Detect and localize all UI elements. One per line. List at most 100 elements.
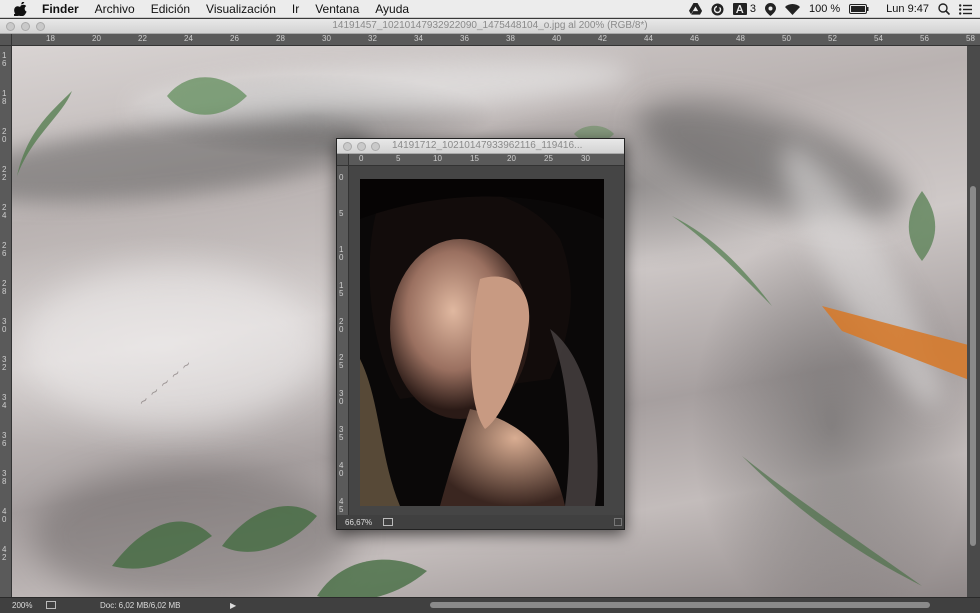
document-size: Doc: 6,02 MB/6,02 MB (100, 601, 181, 610)
ruler-tick-label: 30 (581, 154, 590, 163)
ruler-tick-label: 45 (339, 497, 344, 514)
vertical-scroll-thumb[interactable] (970, 186, 976, 546)
floating-document-window: 14191712_10210147933962116_119416... 0 5 1… (336, 138, 625, 530)
menu-ayuda[interactable]: Ayuda (375, 2, 409, 16)
ruler-tick-label: 34 (414, 34, 423, 43)
ruler-tick-label: 26 (2, 241, 7, 258)
ruler-tick-label: 52 (828, 34, 837, 43)
ruler-tick-label: 22 (2, 165, 7, 182)
floating-status-bar: 66,67% (337, 515, 624, 529)
spotlight-search-icon[interactable] (938, 2, 950, 16)
zoom-button[interactable] (371, 142, 380, 151)
status-menu-arrow-icon[interactable]: ▶ (230, 601, 236, 610)
ruler-tick-label: 50 (782, 34, 791, 43)
ruler-tick-label: 10 (433, 154, 442, 163)
ruler-tick-label: 30 (322, 34, 331, 43)
main-window-title: 14191457_10210147932922090_1475448104_o.… (332, 20, 648, 31)
ruler-tick-label: 58 (966, 34, 975, 43)
ruler-tick-label: 25 (544, 154, 553, 163)
ruler-tick-label: 38 (2, 469, 7, 486)
leaf-pattern-icon (742, 456, 922, 586)
ruler-tick-label: 40 (339, 461, 344, 478)
ruler-tick-label: 15 (470, 154, 479, 163)
zoom-level[interactable]: 66,67% (345, 518, 372, 527)
ruler-tick-label: 18 (2, 89, 7, 106)
share-icon[interactable] (383, 518, 393, 526)
clock[interactable]: Lun 9:47 (886, 3, 929, 15)
menu-visualizacion[interactable]: Visualización (206, 2, 276, 16)
vertical-scrollbar[interactable] (967, 46, 980, 597)
ruler-tick-label: 0 (339, 173, 344, 182)
floating-title-bar[interactable]: 14191712_10210147933962116_119416... (337, 139, 624, 154)
ruler-tick-label: 15 (339, 281, 344, 298)
ruler-tick-label: 42 (2, 545, 7, 562)
wifi-icon[interactable] (784, 2, 800, 16)
menu-edicion[interactable]: Edición (151, 2, 190, 16)
ruler-tick-label: 56 (920, 34, 929, 43)
ruler-tick-label: 35 (339, 425, 344, 442)
ruler-tick-label: 0 (359, 154, 364, 163)
zoom-level[interactable]: 200% (12, 601, 32, 610)
ruler-tick-label: 44 (644, 34, 653, 43)
leaf-pattern-icon (672, 216, 772, 306)
adobe-creative-cloud-icon[interactable] (732, 2, 747, 16)
main-title-bar[interactable]: 14191457_10210147932922090_1475448104_o.… (0, 19, 980, 34)
notification-center-icon[interactable] (959, 2, 972, 16)
ruler-tick-label: 5 (339, 209, 344, 218)
ruler-tick-label: 20 (339, 317, 344, 334)
horizontal-ruler[interactable]: 0 5 10 15 20 25 30 (349, 154, 624, 166)
leaf-pattern-icon (167, 77, 247, 115)
google-drive-icon[interactable] (688, 2, 702, 16)
ruler-tick-label: 32 (368, 34, 377, 43)
battery-icon[interactable] (849, 2, 869, 16)
resize-grip-icon[interactable] (614, 518, 622, 526)
ruler-tick-label: 28 (2, 279, 7, 296)
ruler-origin[interactable] (0, 34, 12, 46)
ruler-tick-label: 24 (2, 203, 7, 220)
sync-icon[interactable] (711, 2, 724, 16)
ruler-tick-label: 26 (230, 34, 239, 43)
orange-pencil-shape (822, 306, 967, 380)
status-menus: 3 100 % Lun 9:47 (688, 0, 972, 18)
ruler-tick-label: 16 (2, 51, 7, 68)
menu-ir[interactable]: Ir (292, 2, 299, 16)
horizontal-ruler[interactable]: 18 20 22 24 26 28 30 32 34 36 38 40 42 44 46 48 50 52 54 56… (12, 34, 980, 46)
menu-bar: Finder Archivo Edición Visualización Ir … (0, 0, 980, 18)
ruler-tick-label: 40 (2, 507, 7, 524)
close-button[interactable] (343, 142, 352, 151)
ruler-tick-label: 42 (598, 34, 607, 43)
ruler-tick-label: 32 (2, 355, 7, 372)
apple-icon[interactable] (12, 0, 28, 17)
ruler-tick-label: 25 (339, 353, 344, 370)
ruler-tick-label: 36 (2, 431, 7, 448)
ruler-tick-label: 5 (396, 154, 401, 163)
minimize-button[interactable] (357, 142, 366, 151)
menu-ventana[interactable]: Ventana (315, 2, 359, 16)
location-icon[interactable] (764, 2, 776, 16)
portrait-photo[interactable] (360, 179, 604, 506)
ruler-tick-label: 10 (339, 245, 344, 262)
ruler-tick-label: 20 (507, 154, 516, 163)
ruler-tick-label: 18 (46, 34, 55, 43)
ruler-tick-label: 22 (138, 34, 147, 43)
ruler-tick-label: 28 (276, 34, 285, 43)
menu-archivo[interactable]: Archivo (95, 2, 135, 16)
leaf-pattern-icon (317, 559, 427, 597)
ruler-tick-label: 46 (690, 34, 699, 43)
share-icon[interactable] (46, 601, 56, 609)
floating-window-title: 14191712_10210147933962116_119416... (392, 140, 583, 151)
ruler-tick-label: 40 (552, 34, 561, 43)
adobe-badge-count: 3 (749, 3, 756, 15)
battery-percent: 100 % (808, 3, 841, 15)
leaf-pattern-icon (112, 506, 317, 569)
portrait-illustration (360, 179, 604, 506)
ruler-tick-label: 48 (736, 34, 745, 43)
vertical-ruler[interactable]: 0 5 10 15 20 25 30 35 40 45 (337, 166, 349, 516)
ruler-tick-label: 30 (2, 317, 7, 334)
menu-finder[interactable]: Finder (42, 2, 79, 16)
horizontal-scroll-thumb[interactable] (430, 602, 930, 608)
ruler-tick-label: 38 (506, 34, 515, 43)
ruler-tick-label: 36 (460, 34, 469, 43)
ruler-origin[interactable] (337, 154, 349, 166)
vertical-ruler[interactable]: 16 18 20 22 24 26 28 30 32 34 36 38 40 42 (0, 46, 12, 597)
